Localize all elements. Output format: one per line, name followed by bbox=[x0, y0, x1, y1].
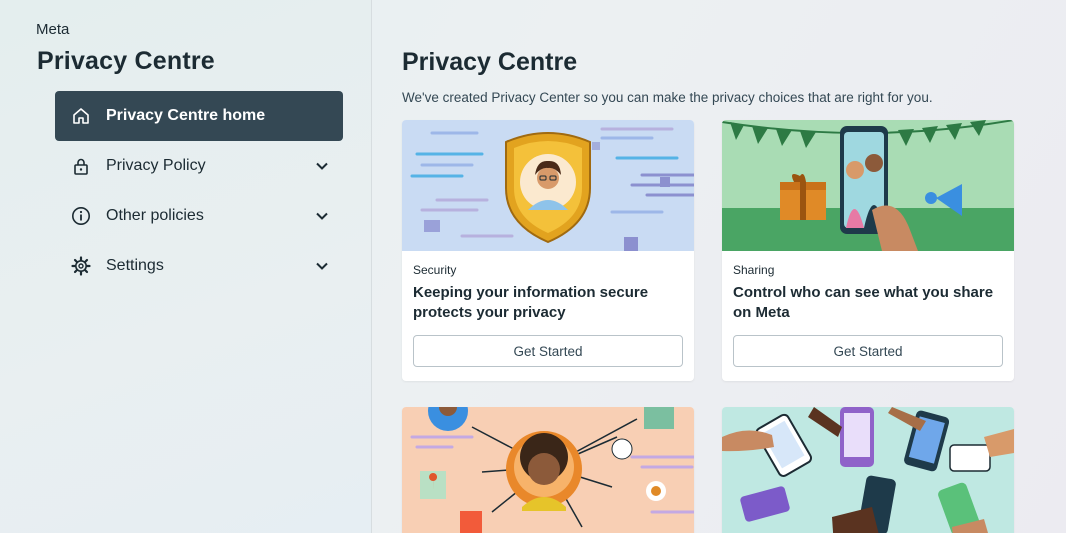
party-phone-illustration bbox=[722, 120, 1014, 251]
gear-icon bbox=[71, 256, 91, 276]
sidebar-item-privacy-centre-home[interactable]: Privacy Centre home bbox=[55, 91, 343, 141]
lock-icon bbox=[71, 156, 91, 176]
connections-illustration bbox=[402, 407, 694, 533]
sharing-card[interactable]: Sharing Control who can see what you sha… bbox=[722, 120, 1014, 381]
connections-card[interactable] bbox=[402, 407, 694, 533]
chevron-down-icon[interactable] bbox=[315, 209, 329, 223]
info-icon bbox=[71, 206, 91, 226]
sidebar-item-label: Privacy Policy bbox=[106, 157, 206, 174]
sidebar-item-label: Privacy Centre home bbox=[106, 107, 266, 124]
sidebar-nav: Privacy Centre home Privacy Policy Other… bbox=[55, 91, 343, 291]
get-started-button[interactable]: Get Started bbox=[413, 335, 683, 367]
sidebar-item-other-policies[interactable]: Other policies bbox=[55, 191, 343, 241]
page-subtitle: We've created Privacy Center so you can … bbox=[402, 90, 933, 105]
page-title: Privacy Centre bbox=[402, 48, 578, 76]
sidebar-item-label: Other policies bbox=[106, 207, 204, 224]
sidebar-item-label: Settings bbox=[106, 257, 164, 274]
sidebar: Meta Privacy Centre Privacy Centre home … bbox=[0, 0, 372, 533]
sidebar-title: Privacy Centre bbox=[37, 47, 215, 75]
get-started-button[interactable]: Get Started bbox=[733, 335, 1003, 367]
card-category: Security bbox=[413, 263, 457, 277]
meta-logo[interactable]: Meta bbox=[36, 21, 69, 38]
home-icon bbox=[71, 106, 91, 126]
hands-phones-illustration bbox=[722, 407, 1014, 533]
sidebar-item-settings[interactable]: Settings bbox=[55, 241, 343, 291]
security-card[interactable]: Security Keeping your information secure… bbox=[402, 120, 694, 381]
card-category: Sharing bbox=[733, 263, 775, 277]
sidebar-item-privacy-policy[interactable]: Privacy Policy bbox=[55, 141, 343, 191]
shield-avatar-illustration bbox=[402, 120, 694, 251]
hands-phones-card[interactable] bbox=[722, 407, 1014, 533]
card-headline: Keeping your information secure protects… bbox=[413, 284, 649, 321]
chevron-down-icon[interactable] bbox=[315, 159, 329, 173]
card-headline: Control who can see what you share on Me… bbox=[733, 284, 994, 321]
chevron-down-icon[interactable] bbox=[315, 259, 329, 273]
